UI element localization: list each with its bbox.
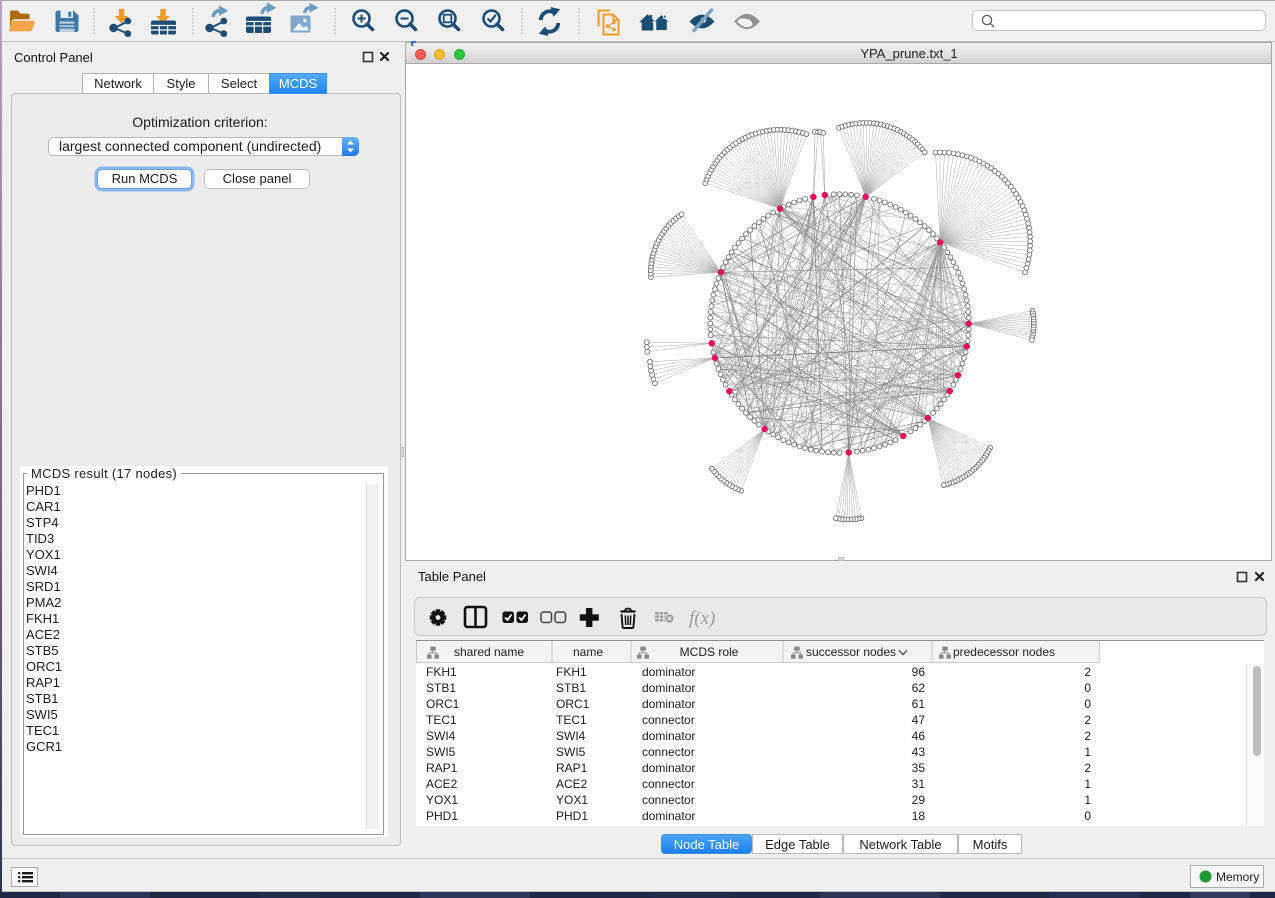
svg-text:shared name: shared name: [454, 645, 524, 659]
svg-text:successor nodes: successor nodes: [806, 645, 896, 659]
svg-text:name: name: [573, 645, 603, 659]
svg-text:MCDS role: MCDS role: [680, 645, 739, 659]
svg-text:f(x): f(x): [689, 608, 715, 629]
svg-text:predecessor nodes: predecessor nodes: [953, 645, 1055, 659]
